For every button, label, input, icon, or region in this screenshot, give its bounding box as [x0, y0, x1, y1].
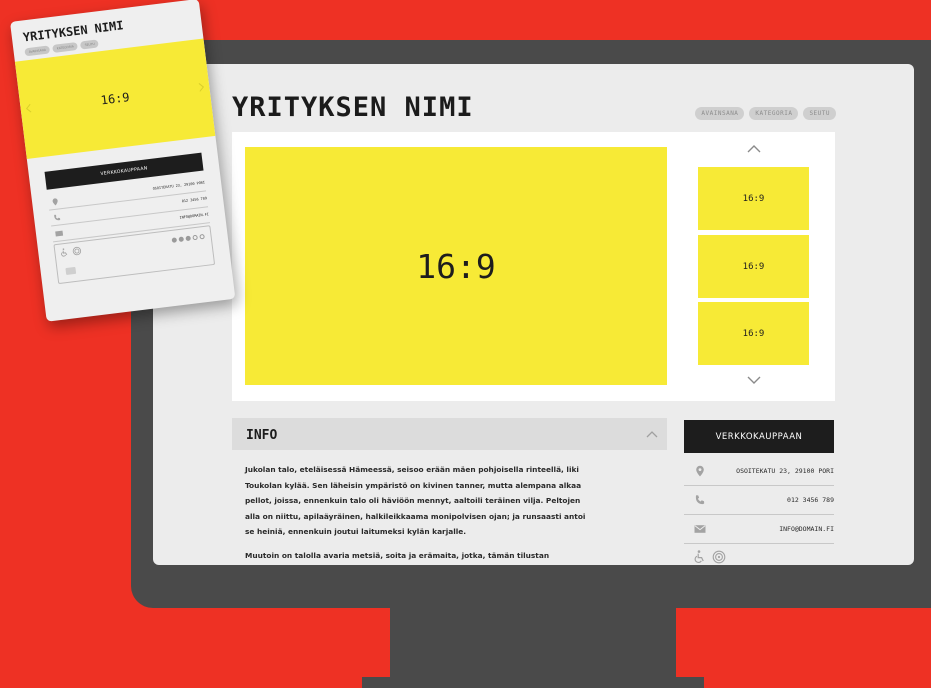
contact-email[interactable]: INFO@DOMAIN.FI [779, 525, 834, 533]
location-pin-icon [696, 465, 704, 477]
main-image-ratio-label: 16:9 [416, 246, 496, 286]
info-title: INFO [246, 428, 278, 443]
mobile-tag-keyword[interactable]: AVAINSANA [24, 45, 51, 57]
contact-phone-row: 012 3456 789 [684, 485, 834, 515]
wheelchair-icon [694, 550, 704, 563]
tag-category[interactable]: KATEGORIA [749, 107, 799, 120]
chevron-down-icon[interactable] [746, 375, 762, 385]
pager-dot[interactable] [178, 236, 185, 243]
pager-dot[interactable] [171, 237, 178, 243]
gallery-thumbnail[interactable]: 16:9 [698, 302, 809, 365]
pager-dot[interactable] [185, 235, 191, 242]
monitor-stand-base [362, 677, 704, 688]
thumbnail-ratio-label: 16:9 [742, 261, 765, 272]
location-pin-icon [52, 198, 58, 206]
main-image[interactable]: 16:9 [245, 147, 667, 385]
tag-list: AVAINSANA KATEGORIA SEUTU [695, 107, 836, 120]
chevron-left-icon[interactable] [25, 103, 32, 114]
contact-address: OSOITEKATU 23, 29100 PORI [736, 467, 834, 475]
mobile-slide-ratio-label: 16:9 [99, 90, 131, 108]
hearing-loop-icon [712, 550, 726, 564]
monitor-stand-neck [390, 607, 676, 681]
mobile-accessibility-icons [60, 246, 82, 257]
desktop-screen: YRITYKSEN NIMI AVAINSANA KATEGORIA SEUTU… [153, 64, 914, 565]
mobile-contact-phone[interactable]: 012 3456 789 [182, 196, 208, 203]
thumbnail-ratio-label: 16:9 [742, 328, 765, 339]
hearing-loop-icon [72, 246, 82, 256]
pager-dot[interactable] [192, 234, 198, 241]
mail-icon [55, 230, 64, 237]
chevron-up-icon[interactable] [746, 144, 762, 154]
company-name: YRITYKSEN NIMI [232, 92, 474, 123]
info-paragraph: Muutoin on talolla avaria metsiä, soita … [245, 550, 550, 560]
info-paragraph: Jukolan talo, eteläisessä Hämeessä, seis… [245, 465, 586, 536]
image-gallery: 16:9 16:9 16:9 16:9 [232, 132, 835, 401]
tag-region[interactable]: SEUTU [803, 107, 836, 120]
phone-icon [695, 495, 705, 505]
phone-icon [54, 214, 61, 221]
info-accordion-header[interactable]: INFO [232, 418, 667, 450]
mobile-tag-category[interactable]: KATEGORIA [52, 41, 79, 53]
gallery-thumbnail[interactable]: 16:9 [698, 167, 809, 230]
mobile-contact-address: OSOITEKATU 23, 29100 PORI [152, 180, 206, 191]
info-body: Jukolan talo, eteläisessä Hämeessä, seis… [245, 462, 590, 563]
mobile-preview-card: YRITYKSEN NIMI AVAINSANA KATEGORIA SEUTU… [10, 0, 236, 322]
mobile-image-slider[interactable]: 16:9 [14, 38, 216, 159]
card-icon [65, 266, 77, 276]
mobile-company-name: YRITYKSEN NIMI [22, 18, 125, 45]
mobile-tag-region[interactable]: SEUTU [80, 39, 100, 50]
accessibility-icons [694, 550, 726, 564]
wheelchair-icon [61, 248, 68, 257]
contact-phone[interactable]: 012 3456 789 [787, 496, 834, 504]
contact-address-row: OSOITEKATU 23, 29100 PORI [684, 456, 834, 486]
mobile-contact-email[interactable]: INFO@DOMAIN.FI [179, 212, 209, 220]
contact-email-row: INFO@DOMAIN.FI [684, 514, 834, 544]
mobile-pager-dots [171, 233, 205, 243]
chevron-right-icon[interactable] [198, 82, 205, 93]
gallery-thumbnail[interactable]: 16:9 [698, 235, 809, 298]
pager-dot[interactable] [199, 233, 205, 240]
mail-icon [694, 525, 706, 533]
webshop-button[interactable]: VERKKOKAUPPAAN [684, 420, 834, 453]
thumbnail-ratio-label: 16:9 [742, 193, 765, 204]
tag-keyword[interactable]: AVAINSANA [695, 107, 745, 120]
chevron-up-icon[interactable] [645, 430, 659, 439]
